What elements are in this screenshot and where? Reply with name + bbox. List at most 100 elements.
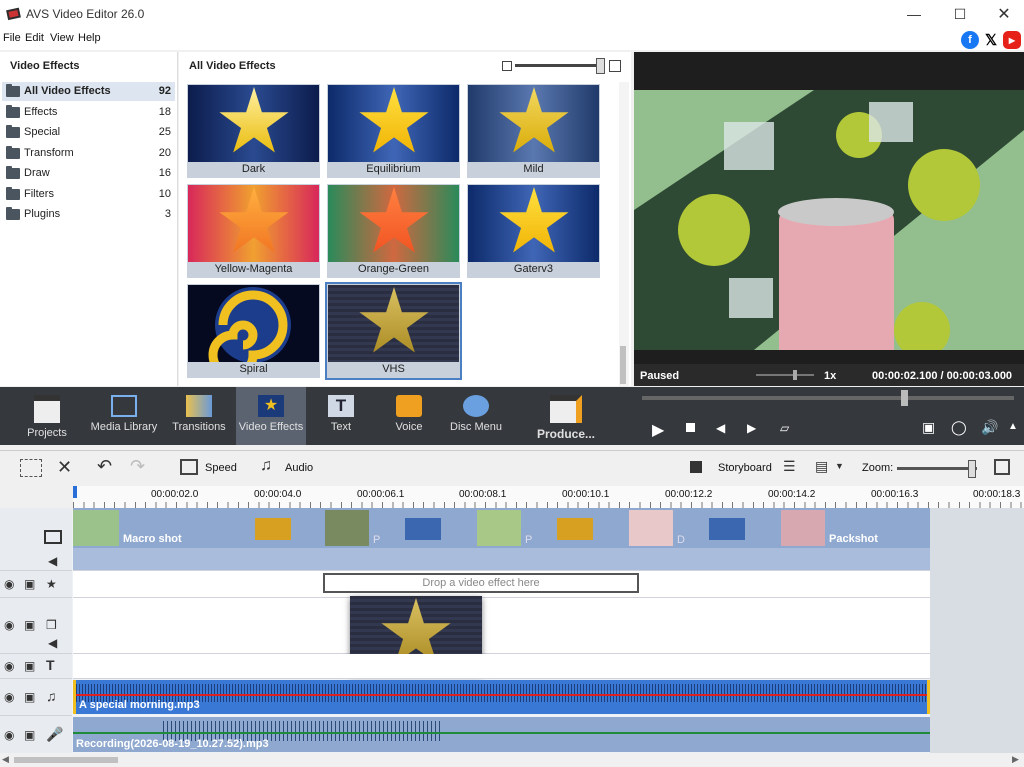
ribbon-projects[interactable]: Projects bbox=[12, 387, 82, 445]
seek-bar-handle[interactable] bbox=[901, 390, 908, 406]
mute-icon[interactable]: ◀ bbox=[48, 636, 57, 650]
effect-drop-zone[interactable]: Drop a video effect here bbox=[323, 573, 639, 593]
snapshot-icon[interactable]: ◯ bbox=[951, 419, 967, 436]
scroll-left-icon[interactable]: ◀ bbox=[2, 754, 9, 765]
playhead-marker[interactable] bbox=[73, 486, 77, 498]
close-button[interactable]: ✕ bbox=[982, 0, 1024, 28]
ribbon-produce[interactable]: Produce... bbox=[528, 387, 604, 445]
next-frame-icon[interactable]: ▶ bbox=[747, 421, 756, 435]
undo-icon[interactable]: ↶ bbox=[97, 456, 112, 477]
volume-dropdown-icon[interactable]: ▲ bbox=[1008, 421, 1018, 432]
scroll-right-icon[interactable]: ▶ bbox=[1012, 754, 1019, 765]
eye-icon[interactable]: ◉ bbox=[4, 728, 14, 742]
ribbon-disc-menu[interactable]: Disc Menu bbox=[446, 387, 506, 445]
eye-icon[interactable]: ◉ bbox=[4, 577, 14, 591]
speed-icon[interactable] bbox=[180, 459, 198, 475]
zoom-slider[interactable] bbox=[897, 467, 977, 470]
large-thumbnails-icon[interactable] bbox=[609, 60, 621, 72]
speed-button[interactable]: Speed bbox=[205, 462, 237, 474]
timeline-scrollbar-thumb[interactable] bbox=[14, 757, 118, 763]
lock-icon[interactable]: ▣ bbox=[24, 618, 35, 632]
storyboard-icon[interactable] bbox=[690, 461, 702, 473]
stop-icon[interactable] bbox=[686, 423, 695, 432]
eye-icon[interactable]: ◉ bbox=[4, 618, 14, 632]
effect-tile-spiral[interactable]: Spiral bbox=[187, 284, 320, 378]
storyboard-button[interactable]: Storyboard bbox=[718, 462, 772, 474]
mute-icon[interactable]: ◀ bbox=[48, 554, 57, 568]
menu-help[interactable]: Help bbox=[78, 32, 101, 44]
menu-view[interactable]: View bbox=[50, 32, 74, 44]
category-draw[interactable]: Draw 16 bbox=[2, 164, 175, 183]
music-clip[interactable]: A special morning.mp3 bbox=[73, 680, 930, 714]
thumbnail-size-slider-handle[interactable] bbox=[596, 58, 605, 74]
transition-marker[interactable] bbox=[255, 518, 291, 540]
audio-note-icon[interactable]: ♫ bbox=[260, 457, 272, 475]
lock-icon[interactable]: ▣ bbox=[24, 690, 35, 704]
delete-icon[interactable]: ✕ bbox=[57, 457, 72, 478]
effect-tile-vhs[interactable]: VHS bbox=[325, 282, 462, 380]
split-icon[interactable]: ▱ bbox=[780, 421, 789, 435]
menu-edit[interactable]: Edit bbox=[25, 32, 44, 44]
ribbon-text[interactable]: T Text bbox=[312, 387, 370, 445]
audio-mixer-icon[interactable]: ☰ bbox=[783, 458, 796, 475]
category-plugins[interactable]: Plugins 3 bbox=[2, 205, 175, 224]
aspect-ratio-icon[interactable]: ▤ bbox=[815, 458, 828, 475]
transition-marker[interactable] bbox=[557, 518, 593, 540]
volume-line[interactable] bbox=[76, 694, 927, 696]
gallery-scrollbar-thumb[interactable] bbox=[620, 346, 626, 384]
app-logo-icon bbox=[6, 7, 21, 21]
lock-icon[interactable]: ▣ bbox=[24, 577, 35, 591]
speed-slider-handle[interactable] bbox=[793, 370, 797, 380]
zoom-slider-handle[interactable] bbox=[968, 460, 976, 478]
x-twitter-icon[interactable]: 𝕏 bbox=[982, 31, 1000, 49]
fit-timeline-icon[interactable] bbox=[994, 459, 1010, 475]
category-all-video-effects[interactable]: All Video Effects 92 bbox=[2, 82, 175, 101]
facebook-icon[interactable]: f bbox=[961, 31, 979, 49]
effect-tile-dark[interactable]: Dark bbox=[187, 84, 320, 178]
ribbon-media-library[interactable]: Media Library bbox=[88, 387, 160, 445]
category-filters[interactable]: Filters 10 bbox=[2, 185, 175, 204]
ribbon-transitions[interactable]: Transitions bbox=[166, 387, 232, 445]
thumbnail-size-slider[interactable] bbox=[515, 64, 601, 67]
effect-tile-mild[interactable]: Mild bbox=[467, 84, 600, 178]
play-icon[interactable]: ▶ bbox=[652, 420, 664, 440]
youtube-icon[interactable]: ▶ bbox=[1003, 31, 1021, 49]
previous-frame-icon[interactable]: ◀ bbox=[716, 421, 725, 435]
overlay-track[interactable] bbox=[73, 598, 930, 654]
effect-tile-gaterv3[interactable]: Gaterv3 bbox=[467, 184, 600, 278]
maximize-button[interactable]: ☐ bbox=[938, 0, 982, 28]
eye-icon[interactable]: ◉ bbox=[4, 690, 14, 704]
gallery-scrollbar[interactable] bbox=[619, 82, 629, 386]
aspect-dropdown-icon[interactable]: ▼ bbox=[835, 461, 844, 471]
small-thumbnails-icon[interactable] bbox=[502, 61, 512, 71]
ribbon-voice[interactable]: Voice bbox=[380, 387, 438, 445]
timeline-scrollbar[interactable]: ◀ ▶ bbox=[0, 753, 1024, 767]
effect-tile-orange-green[interactable]: Orange-Green bbox=[327, 184, 460, 278]
voice-clip[interactable]: Recording(2026-08-19_10.27.52).mp3 bbox=[73, 717, 930, 752]
speed-slider[interactable] bbox=[756, 374, 814, 376]
transition-marker[interactable] bbox=[405, 518, 441, 540]
volume-icon[interactable]: 🔊 bbox=[981, 419, 998, 436]
fullscreen-icon[interactable]: ▣ bbox=[922, 419, 935, 436]
lock-icon[interactable]: ▣ bbox=[24, 728, 35, 742]
seek-bar[interactable] bbox=[642, 396, 1014, 400]
lock-icon[interactable]: ▣ bbox=[24, 659, 35, 673]
ribbon-video-effects[interactable]: ★ Video Effects bbox=[236, 387, 306, 445]
menu-file[interactable]: File bbox=[3, 32, 21, 44]
category-transform[interactable]: Transform 20 bbox=[2, 144, 175, 163]
timeline-ruler[interactable]: 00:00:02.0 00:00:04.0 00:00:06.1 00:00:0… bbox=[73, 486, 1024, 509]
voice-volume-line[interactable] bbox=[73, 732, 930, 734]
audio-button[interactable]: Audio bbox=[285, 462, 313, 474]
category-effects[interactable]: Effects 18 bbox=[2, 103, 175, 122]
redo-icon[interactable]: ↷ bbox=[130, 456, 145, 477]
minimize-button[interactable]: — bbox=[892, 0, 936, 28]
category-special[interactable]: Special 25 bbox=[2, 123, 175, 142]
effect-tile-equilibrium[interactable]: Equilibrium bbox=[327, 84, 460, 178]
eye-icon[interactable]: ◉ bbox=[4, 659, 14, 673]
effect-tile-yellow-magenta[interactable]: Yellow-Magenta bbox=[187, 184, 320, 278]
text-track[interactable] bbox=[73, 654, 930, 679]
crop-icon[interactable] bbox=[20, 459, 42, 477]
transition-marker[interactable] bbox=[709, 518, 745, 540]
video-track[interactable]: Macro shot P P D Packshot bbox=[73, 508, 930, 571]
effect-track[interactable]: Drop a video effect here bbox=[73, 571, 930, 598]
